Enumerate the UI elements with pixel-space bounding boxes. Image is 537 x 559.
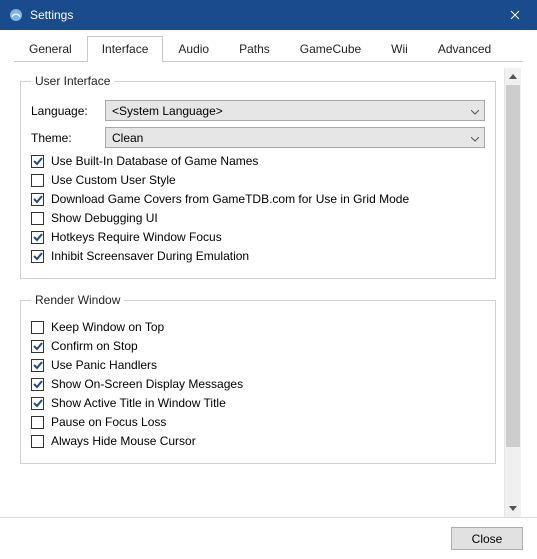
checkbox-box[interactable] (31, 359, 44, 372)
render-checkbox-5[interactable]: Pause on Focus Loss (31, 415, 485, 429)
render-checkbox-0[interactable]: Keep Window on Top (31, 320, 485, 334)
theme-label: Theme: (31, 131, 105, 145)
tab-advanced[interactable]: Advanced (423, 36, 506, 62)
user-interface-legend: User Interface (31, 74, 114, 88)
checkbox-label: Confirm on Stop (51, 339, 138, 353)
checkbox-label: Download Game Covers from GameTDB.com fo… (51, 192, 409, 206)
tab-interface[interactable]: Interface (87, 36, 164, 62)
checkbox-box[interactable] (31, 397, 44, 410)
checkbox-label: Hotkeys Require Window Focus (51, 230, 222, 244)
checkbox-box[interactable] (31, 435, 44, 448)
checkbox-label: Show On-Screen Display Messages (51, 377, 243, 391)
dialog-footer: Close (0, 517, 537, 559)
language-value: <System Language> (112, 104, 223, 118)
checkbox-label: Keep Window on Top (51, 320, 164, 334)
vertical-scrollbar[interactable] (504, 68, 521, 517)
checkbox-box[interactable] (31, 212, 44, 225)
checkbox-label: Always Hide Mouse Cursor (51, 434, 196, 448)
titlebar: Settings (0, 0, 537, 30)
render-checkbox-6[interactable]: Always Hide Mouse Cursor (31, 434, 485, 448)
checkbox-label: Use Custom User Style (51, 173, 176, 187)
ui-checkbox-3[interactable]: Show Debugging UI (31, 211, 485, 225)
language-select[interactable]: <System Language> (105, 100, 485, 121)
user-interface-group: User Interface Language: <System Languag… (20, 74, 496, 279)
render-checkbox-4[interactable]: Show Active Title in Window Title (31, 396, 485, 410)
ui-checkbox-4[interactable]: Hotkeys Require Window Focus (31, 230, 485, 244)
close-window-button[interactable] (492, 0, 537, 30)
checkbox-label: Use Panic Handlers (51, 358, 157, 372)
window-title: Settings (30, 8, 492, 22)
render-window-legend: Render Window (31, 293, 124, 307)
checkbox-box[interactable] (31, 340, 44, 353)
ui-checkbox-2[interactable]: Download Game Covers from GameTDB.com fo… (31, 192, 485, 206)
checkbox-box[interactable] (31, 378, 44, 391)
render-checkbox-1[interactable]: Confirm on Stop (31, 339, 485, 353)
theme-value: Clean (112, 131, 143, 145)
scroll-thumb[interactable] (506, 85, 520, 447)
checkbox-label: Show Active Title in Window Title (51, 396, 226, 410)
interface-panel: User Interface Language: <System Languag… (20, 70, 504, 517)
checkbox-box[interactable] (31, 193, 44, 206)
scroll-down-button[interactable] (505, 500, 521, 517)
tab-gamecube[interactable]: GameCube (285, 36, 376, 62)
close-button[interactable]: Close (451, 527, 523, 550)
checkbox-label: Show Debugging UI (51, 211, 158, 225)
checkbox-box[interactable] (31, 250, 44, 263)
chevron-down-icon (471, 104, 479, 118)
render-checkbox-3[interactable]: Show On-Screen Display Messages (31, 377, 485, 391)
tab-paths[interactable]: Paths (224, 36, 285, 62)
ui-checkbox-0[interactable]: Use Built-In Database of Game Names (31, 154, 485, 168)
tab-bar: General Interface Audio Paths GameCube W… (0, 30, 537, 62)
chevron-down-icon (471, 131, 479, 145)
tab-wii[interactable]: Wii (376, 36, 423, 62)
theme-select[interactable]: Clean (105, 127, 485, 148)
checkbox-box[interactable] (31, 174, 44, 187)
ui-checkbox-1[interactable]: Use Custom User Style (31, 173, 485, 187)
checkbox-box[interactable] (31, 321, 44, 334)
app-icon (8, 7, 24, 23)
checkbox-label: Pause on Focus Loss (51, 415, 166, 429)
language-label: Language: (31, 104, 105, 118)
checkbox-label: Inhibit Screensaver During Emulation (51, 249, 249, 263)
checkbox-box[interactable] (31, 155, 44, 168)
render-window-group: Render Window Keep Window on Top Confirm … (20, 293, 496, 464)
client-area: General Interface Audio Paths GameCube W… (0, 30, 537, 559)
checkbox-box[interactable] (31, 416, 44, 429)
checkbox-box[interactable] (31, 231, 44, 244)
tab-audio[interactable]: Audio (163, 36, 224, 62)
ui-checkbox-5[interactable]: Inhibit Screensaver During Emulation (31, 249, 485, 263)
render-checkbox-2[interactable]: Use Panic Handlers (31, 358, 485, 372)
checkbox-label: Use Built-In Database of Game Names (51, 154, 258, 168)
scroll-up-button[interactable] (505, 68, 521, 85)
tab-general[interactable]: General (14, 36, 87, 62)
